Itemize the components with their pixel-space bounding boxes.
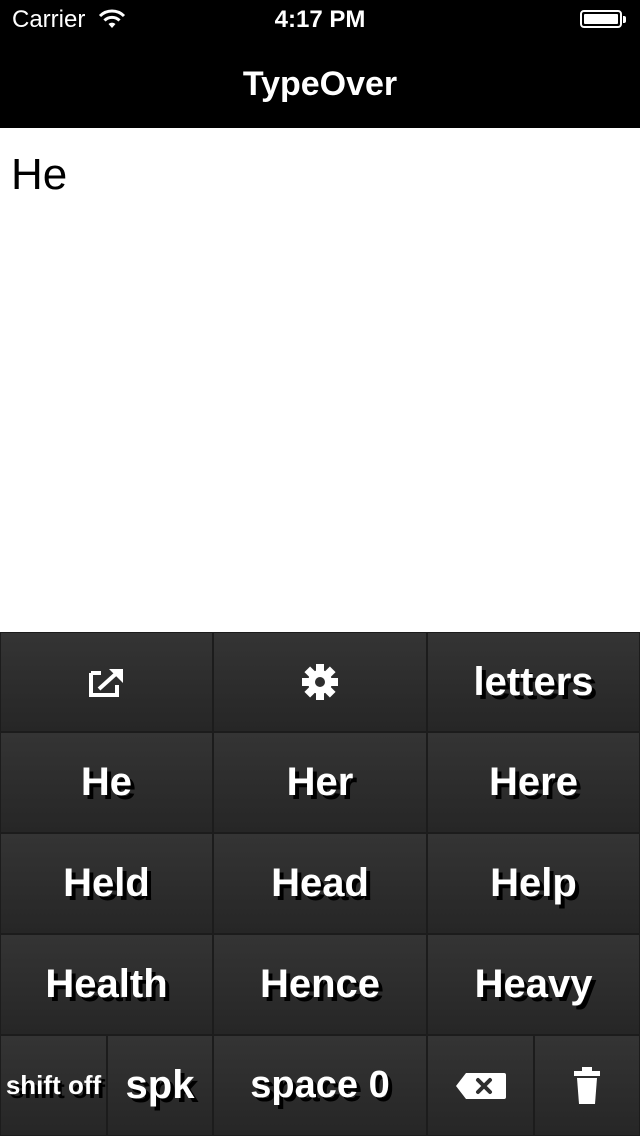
speak-label: spk [125, 1063, 195, 1107]
settings-button[interactable] [213, 632, 427, 732]
suggestion-key[interactable]: Help [427, 833, 640, 934]
space-label: space 0 [250, 1064, 390, 1106]
suggestion-label: Hence [259, 962, 381, 1006]
suggestion-key[interactable]: Heavy [427, 934, 640, 1035]
suggestion-key[interactable]: Her [213, 732, 427, 833]
suggestion-label: Her [286, 760, 354, 804]
suggestion-key[interactable]: Here [427, 732, 640, 833]
suggestion-label: Held [63, 861, 150, 905]
editor-text: He [11, 150, 68, 199]
suggestion-key[interactable]: Held [0, 833, 213, 934]
suggestion-label: Help [490, 861, 577, 905]
backspace-icon [454, 1071, 508, 1101]
nav-title: TypeOver [242, 65, 398, 103]
letters-button[interactable]: letters [427, 632, 640, 732]
clear-button[interactable] [534, 1035, 640, 1136]
status-bar: Carrier 4:17 PM [0, 0, 640, 40]
trash-icon [572, 1066, 602, 1106]
suggestion-label: Here [489, 760, 578, 804]
suggestion-key[interactable]: Head [213, 833, 427, 934]
shift-label: shift off [5, 1070, 102, 1100]
text-editor[interactable]: He [0, 128, 640, 632]
suggestion-label: He [80, 760, 133, 804]
suggestion-key[interactable]: Hence [213, 934, 427, 1035]
suggestion-label: Head [271, 861, 369, 905]
shift-button[interactable]: shift off [0, 1035, 107, 1136]
gear-icon [300, 662, 340, 702]
battery-icon [580, 10, 626, 30]
suggestion-key[interactable]: Health [0, 934, 213, 1035]
share-button[interactable] [0, 632, 213, 732]
suggestion-label: Health [45, 962, 168, 1006]
letters-label: letters [473, 659, 594, 704]
backspace-button[interactable] [427, 1035, 534, 1136]
top-bar: Carrier 4:17 PM TypeOver [0, 0, 640, 128]
suggestion-label: Heavy [474, 962, 593, 1006]
speak-button[interactable]: spk [107, 1035, 213, 1136]
keyboard: letters He Her Here Held Head Help Healt… [0, 632, 640, 1136]
suggestion-key[interactable]: He [0, 732, 213, 833]
share-icon [87, 665, 127, 699]
status-time: 4:17 PM [274, 6, 366, 33]
space-button[interactable]: space 0 [213, 1035, 427, 1136]
